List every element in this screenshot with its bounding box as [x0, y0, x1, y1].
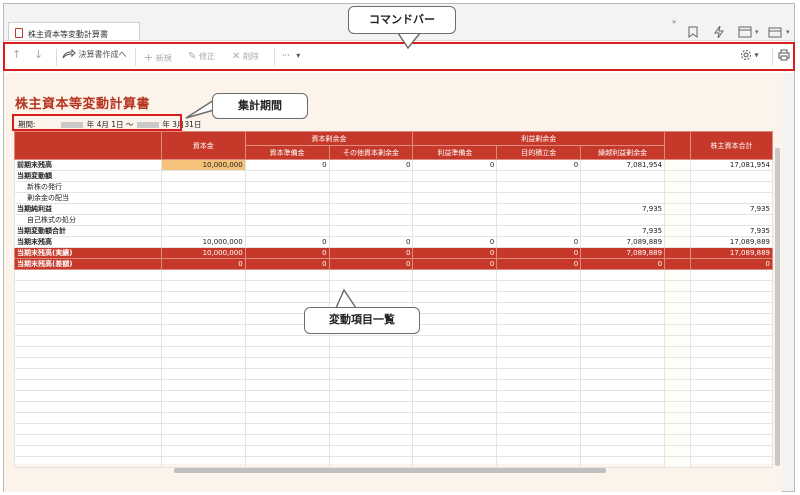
- period-callout: 集計期間: [212, 93, 308, 119]
- callout-pointers: [185, 32, 421, 309]
- items-callout: 変動項目一覧: [304, 307, 420, 334]
- command-bar-callout: コマンドバー: [348, 6, 456, 34]
